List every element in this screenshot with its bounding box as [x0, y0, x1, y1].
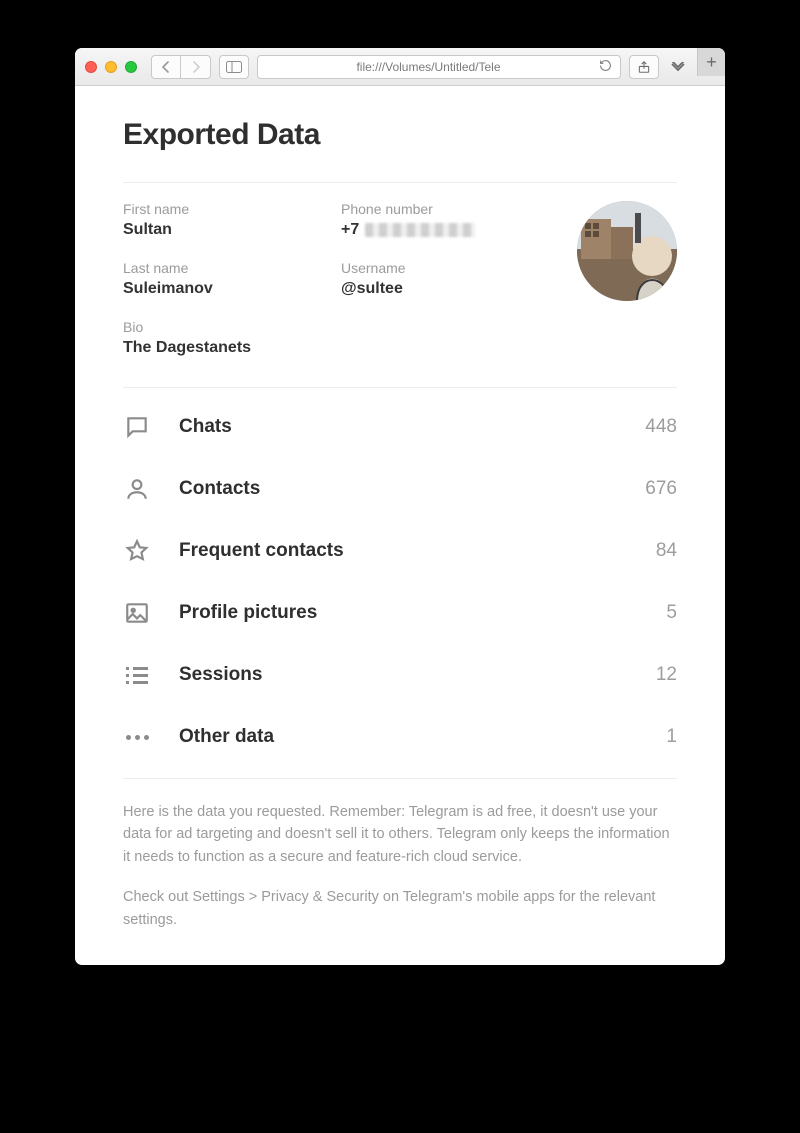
- section-count: 5: [666, 602, 677, 624]
- minimize-window-button[interactable]: [105, 61, 117, 73]
- titlebar: file:///Volumes/Untitled/Tele +: [75, 48, 725, 86]
- section-count: 448: [645, 416, 677, 438]
- phone-label: Phone number: [341, 201, 549, 217]
- phone-redacted: [365, 223, 475, 237]
- sessions-icon: [123, 661, 151, 689]
- page-title: Exported Data: [123, 118, 677, 152]
- divider: [123, 387, 677, 388]
- last-name-value: Suleimanov: [123, 280, 331, 298]
- phone-prefix: +7: [341, 221, 359, 239]
- share-button[interactable]: [629, 55, 659, 79]
- footer-text: Here is the data you requested. Remember…: [123, 801, 677, 931]
- username-label: Username: [341, 260, 549, 276]
- window-controls: [85, 61, 137, 73]
- last-name-field: Last name Suleimanov: [123, 260, 331, 298]
- nav-buttons: [151, 55, 211, 79]
- zoom-window-button[interactable]: [125, 61, 137, 73]
- star-icon: [123, 537, 151, 565]
- new-tab-button[interactable]: +: [697, 48, 725, 76]
- sections-list: Chats 448 Contacts 676 Frequent contacts…: [123, 396, 677, 768]
- browser-window: file:///Volumes/Untitled/Tele + Exported…: [75, 48, 725, 965]
- first-name-label: First name: [123, 201, 331, 217]
- section-frequent-contacts[interactable]: Frequent contacts 84: [123, 520, 677, 582]
- image-icon: [123, 599, 151, 627]
- more-icon: [123, 723, 151, 751]
- section-other-data[interactable]: Other data 1: [123, 706, 677, 768]
- section-contacts[interactable]: Contacts 676: [123, 458, 677, 520]
- section-chats[interactable]: Chats 448: [123, 396, 677, 458]
- first-name-field: First name Sultan: [123, 201, 331, 239]
- section-count: 1: [666, 726, 677, 748]
- section-count: 12: [656, 664, 677, 686]
- bio-field: Bio The Dagestanets: [123, 319, 677, 357]
- section-count: 84: [656, 540, 677, 562]
- footer-p1: Here is the data you requested. Remember…: [123, 801, 677, 868]
- address-bar[interactable]: file:///Volumes/Untitled/Tele: [257, 55, 621, 79]
- section-profile-pictures[interactable]: Profile pictures 5: [123, 582, 677, 644]
- section-label: Frequent contacts: [179, 540, 628, 562]
- sidebar-toggle-button[interactable]: [219, 55, 249, 79]
- avatar: [577, 201, 677, 301]
- person-icon: [123, 475, 151, 503]
- phone-field: Phone number +7: [341, 201, 549, 239]
- username-value: @sultee: [341, 280, 549, 298]
- chat-icon: [123, 413, 151, 441]
- close-window-button[interactable]: [85, 61, 97, 73]
- bio-label: Bio: [123, 319, 677, 335]
- username-field: Username @sultee: [341, 260, 549, 298]
- page-content: Exported Data First name Sultan Phone nu…: [75, 86, 725, 965]
- bio-value: The Dagestanets: [123, 339, 677, 357]
- divider: [123, 778, 677, 779]
- section-label: Sessions: [179, 664, 628, 686]
- section-sessions[interactable]: Sessions 12: [123, 644, 677, 706]
- overflow-button[interactable]: [667, 55, 689, 79]
- section-label: Other data: [179, 726, 638, 748]
- last-name-label: Last name: [123, 260, 331, 276]
- first-name-value: Sultan: [123, 221, 331, 239]
- divider: [123, 182, 677, 183]
- footer-p2: Check out Settings > Privacy & Security …: [123, 886, 677, 931]
- section-label: Chats: [179, 416, 617, 438]
- reload-icon[interactable]: [599, 59, 612, 75]
- section-count: 676: [645, 478, 677, 500]
- forward-button[interactable]: [181, 55, 211, 79]
- section-label: Profile pictures: [179, 602, 638, 624]
- profile-section: First name Sultan Phone number +7: [123, 201, 677, 357]
- address-text: file:///Volumes/Untitled/Tele: [266, 60, 591, 74]
- back-button[interactable]: [151, 55, 181, 79]
- section-label: Contacts: [179, 478, 617, 500]
